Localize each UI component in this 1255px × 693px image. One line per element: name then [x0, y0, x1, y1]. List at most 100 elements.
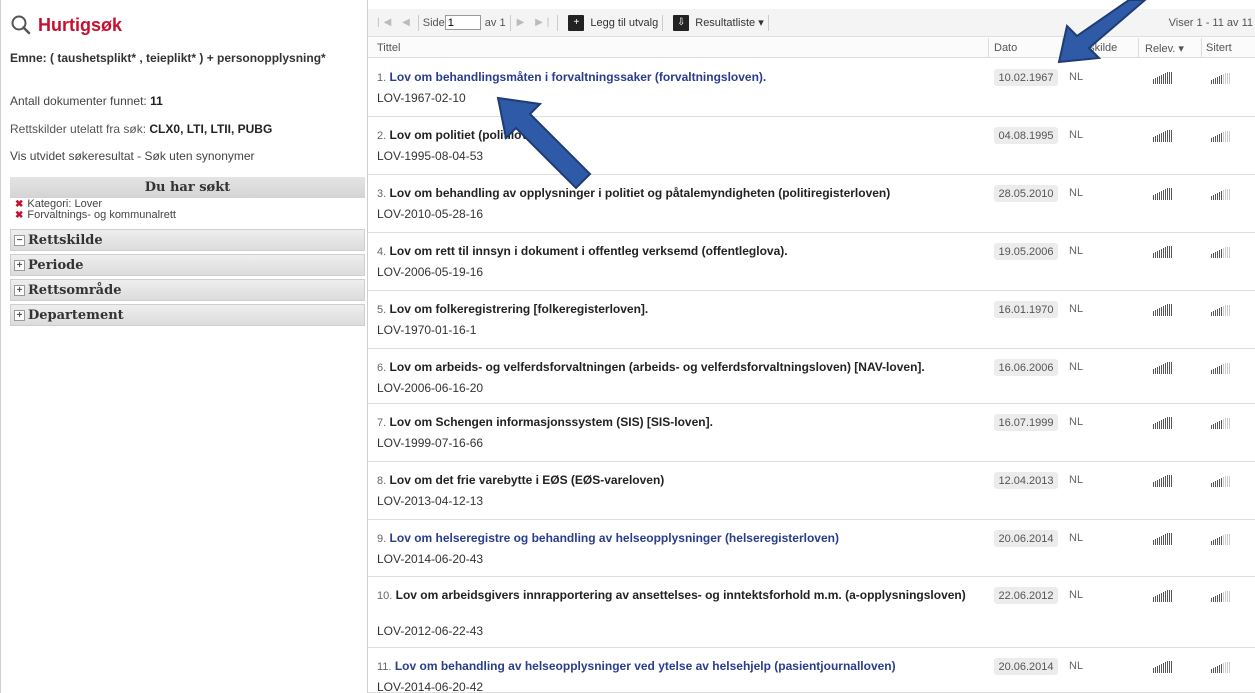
result-date-badge: 16.07.1999 [994, 414, 1058, 431]
result-title-link[interactable]: 7. Lov om Schengen informasjonssystem (S… [377, 415, 987, 430]
facet-periode[interactable]: + Periode [10, 254, 365, 276]
document-count-label: Antall dokumenter funnet: [10, 94, 147, 108]
result-title-link[interactable]: 9. Lov om helseregistre og behandling av… [377, 531, 987, 546]
expanded-results-link[interactable]: Vis utvidet søkeresultat - Søk uten syno… [10, 149, 255, 163]
column-divider [1138, 38, 1139, 58]
column-relevans[interactable]: Relev. ▾ [1145, 42, 1184, 55]
first-prev-page-icons[interactable]: |◀ ◀ [377, 17, 414, 28]
result-date-badge: 10.02.1967 [994, 69, 1058, 86]
search-icon [11, 15, 31, 35]
remove-filter-icon[interactable]: ✖ [15, 210, 23, 221]
result-row[interactable]: 11. Lov om behandling av helseopplysning… [368, 648, 1255, 693]
result-title-link[interactable]: 2. Lov om politiet (politiloven). [377, 128, 987, 143]
result-date-badge: 20.06.2014 [994, 658, 1058, 675]
result-row[interactable]: 4. Lov om rett til innsyn i dokument i o… [368, 233, 1255, 291]
result-source: NL [1069, 129, 1084, 141]
expand-icon[interactable]: + [14, 259, 25, 271]
result-source: NL [1069, 474, 1084, 486]
result-title-link[interactable]: 10. Lov om arbeidsgivers innrapportering… [377, 588, 987, 603]
column-tittel[interactable]: Tittel [377, 42, 400, 54]
result-row[interactable]: 1. Lov om behandlingsmåten i forvaltning… [368, 59, 1255, 117]
add-to-selection-label: Legg til utvalg [590, 16, 659, 29]
column-dato[interactable]: Dato [994, 42, 1017, 54]
page-label: Side [422, 16, 445, 29]
result-date-badge: 12.04.2013 [994, 472, 1058, 489]
result-title-text: Lov om det frie varebytte i EØS (EØS-var… [389, 473, 665, 487]
result-list-label: Resultatliste ▾ [695, 17, 764, 29]
download-icon: ⇩ [673, 14, 690, 31]
result-date-badge: 20.06.2014 [994, 530, 1058, 547]
result-title-link[interactable]: 3. Lov om behandling av opplysninger i p… [377, 186, 987, 201]
result-title-link[interactable]: 11. Lov om behandling av helseopplysning… [377, 659, 987, 674]
column-sitert[interactable]: Sitert [1206, 42, 1232, 54]
relevance-bars-icon [1153, 304, 1173, 316]
result-date-badge: 04.08.1995 [994, 127, 1058, 144]
result-title-link[interactable]: 6. Lov om arbeids- og velferdsforvaltnin… [377, 360, 987, 375]
result-law-id: LOV-2014-06-20-43 [377, 552, 484, 566]
result-source: NL [1069, 660, 1084, 672]
toolbar-divider [767, 14, 769, 31]
result-title-link[interactable]: 5. Lov om folkeregistrering [folkeregist… [377, 302, 987, 317]
citation-bars-icon [1211, 246, 1231, 258]
expand-icon[interactable]: + [14, 309, 25, 321]
collapse-icon[interactable]: − [14, 234, 25, 246]
relevance-bars-icon [1153, 661, 1173, 673]
result-row[interactable]: 6. Lov om arbeids- og velferdsforvaltnin… [368, 349, 1255, 404]
column-divider [1062, 38, 1063, 58]
result-row[interactable]: 7. Lov om Schengen informasjonssystem (S… [368, 404, 1255, 462]
filter-item[interactable]: ✖ Forvaltnings- og kommunalrett [15, 209, 176, 222]
result-title-text: Lov om arbeidsgivers innrapportering av … [395, 588, 966, 602]
filter-label: Forvaltnings- og kommunalrett [27, 209, 176, 221]
result-list-button[interactable]: ⇩ Resultatliste ▾ [673, 14, 764, 31]
next-last-page-icons[interactable]: ▶ ▶| [517, 17, 554, 28]
page-input[interactable] [444, 15, 481, 30]
column-divider [988, 38, 989, 58]
excluded-sources: Rettskilder utelatt fra søk: CLX0, LTI, … [10, 122, 272, 136]
citation-bars-icon [1211, 590, 1231, 602]
relevance-bars-icon [1153, 417, 1173, 429]
result-row[interactable]: 5. Lov om folkeregistrering [folkeregist… [368, 291, 1255, 349]
column-rettskilde[interactable]: Rettskilde [1069, 42, 1117, 54]
page-of-label: av 1 [484, 16, 506, 29]
relevance-bars-icon [1153, 362, 1173, 374]
result-title-link[interactable]: 1. Lov om behandlingsmåten i forvaltning… [377, 70, 987, 85]
result-number: 4. [377, 246, 387, 258]
facet-label: Periode [28, 257, 84, 273]
toolbar-divider [557, 14, 559, 31]
result-title-text: Lov om behandling av opplysninger i poli… [389, 186, 891, 200]
result-date-badge: 16.06.2006 [994, 359, 1058, 376]
result-title-text: Lov om behandlingsmåten i forvaltningssa… [389, 70, 767, 84]
result-row[interactable]: 9. Lov om helseregistre og behandling av… [368, 520, 1255, 577]
result-row[interactable]: 3. Lov om behandling av opplysninger i p… [368, 175, 1255, 233]
result-row[interactable]: 10. Lov om arbeidsgivers innrapportering… [368, 577, 1255, 648]
result-number: 6. [377, 362, 387, 374]
add-to-selection-button[interactable]: + Legg til utvalg [568, 14, 659, 31]
citation-bars-icon [1211, 362, 1231, 374]
result-row[interactable]: 2. Lov om politiet (politiloven). LOV-199… [368, 117, 1255, 175]
facet-rettsomrade[interactable]: + Rettsområde [10, 279, 365, 301]
result-title-text: Lov om behandling av helseopplysninger v… [394, 659, 896, 673]
result-number: 3. [377, 188, 387, 200]
result-row[interactable]: 8. Lov om det frie varebytte i EØS (EØS-… [368, 462, 1255, 520]
search-sidebar: Hurtigsøk Emne: ( taushetsplikt* , teiep… [0, 0, 368, 693]
result-date-badge: 16.01.1970 [994, 301, 1058, 318]
result-source: NL [1069, 245, 1084, 257]
result-title-link[interactable]: 4. Lov om rett til innsyn i dokument i o… [377, 244, 987, 259]
result-date-badge: 19.05.2006 [994, 243, 1058, 260]
facet-rettskilde[interactable]: − Rettskilde [10, 229, 365, 251]
result-law-id: LOV-1970-01-16-1 [377, 323, 477, 337]
result-law-id: LOV-2014-06-20-42 [377, 680, 484, 693]
remove-filter-icon[interactable]: ✖ [15, 199, 23, 210]
expand-icon[interactable]: + [14, 284, 25, 296]
result-number: 2. [377, 130, 387, 142]
result-law-id: LOV-2012-06-22-43 [377, 624, 484, 638]
citation-bars-icon [1211, 304, 1231, 316]
facet-departement[interactable]: + Departement [10, 304, 365, 326]
excluded-sources-label: Rettskilder utelatt fra søk: [10, 122, 147, 136]
quick-search-header[interactable]: Hurtigsøk [10, 14, 122, 36]
quick-search-title: Hurtigsøk [38, 14, 123, 35]
result-title-link[interactable]: 8. Lov om det frie varebytte i EØS (EØS-… [377, 473, 987, 488]
result-title-text: Lov om folkeregistrering [folkeregisterl… [389, 302, 649, 316]
add-selection-icon: + [568, 14, 585, 31]
facet-label: Departement [28, 307, 124, 323]
